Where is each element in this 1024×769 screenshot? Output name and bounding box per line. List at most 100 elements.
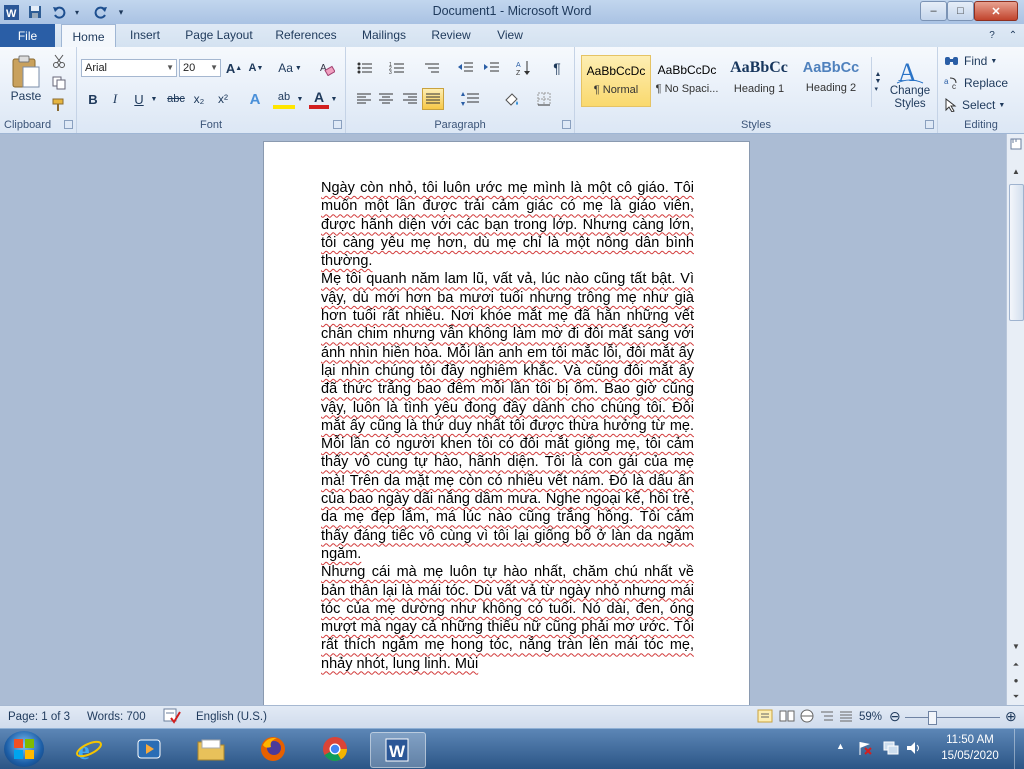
numbering-icon[interactable]: 123 [386, 59, 408, 77]
word-count[interactable]: Words: 700 [87, 711, 146, 723]
shrink-font-button[interactable]: A ▼ [247, 59, 265, 77]
zoom-in-icon[interactable]: ⊕ [1005, 708, 1017, 725]
show-hidden-icons[interactable]: ▲ [836, 741, 845, 751]
paragraph[interactable]: Ngày còn nhỏ, tôi luôn ước mẹ mình là mộ… [321, 179, 694, 270]
document-page[interactable]: Ngày còn nhỏ, tôi luôn ước mẹ mình là mộ… [263, 141, 750, 705]
file-explorer-icon[interactable] [184, 732, 238, 766]
scroll-up-icon[interactable]: ▲ [1007, 164, 1024, 179]
help-icon[interactable]: ? [985, 24, 999, 46]
underline-dropdown-icon[interactable]: ▼ [149, 89, 159, 109]
justify-icon[interactable] [422, 88, 444, 110]
scrollbar-thumb[interactable] [1009, 184, 1024, 321]
full-screen-reading-icon[interactable] [779, 709, 795, 726]
paragraph[interactable]: Nhưng cái mà mẹ luôn tự hào nhất, chăm c… [321, 563, 694, 673]
cut-icon[interactable] [50, 53, 68, 69]
highlight-dropdown-icon[interactable]: ▼ [295, 89, 305, 109]
font-color-button[interactable]: A [309, 89, 329, 109]
font-name-box[interactable]: Arial ▼ [81, 59, 177, 77]
start-button[interactable] [4, 731, 44, 767]
bold-button[interactable]: B [83, 89, 103, 109]
browse-object-icon[interactable]: ● [1007, 673, 1024, 688]
shading-icon[interactable] [498, 89, 526, 109]
font-size-box[interactable]: 20 ▼ [179, 59, 221, 77]
page-count[interactable]: Page: 1 of 3 [8, 711, 70, 723]
outline-view-icon[interactable] [819, 709, 835, 726]
tab-references[interactable]: References [270, 24, 342, 46]
italic-button[interactable]: I [105, 89, 125, 109]
paragraph-dialog-launcher[interactable] [562, 120, 571, 129]
draft-view-icon[interactable] [838, 709, 854, 726]
style-no-spacing[interactable]: AaBbCcDc ¶ No Spaci... [653, 55, 721, 105]
zoom-level[interactable]: 59% [859, 711, 882, 723]
scroll-down-icon[interactable]: ▼ [1007, 639, 1024, 654]
grow-font-button[interactable]: A ▲ [225, 59, 243, 77]
minimize-button[interactable]: ‒ [920, 1, 947, 21]
align-center-icon[interactable] [376, 89, 396, 109]
clipboard-dialog-launcher[interactable] [64, 120, 73, 129]
minimize-ribbon-icon[interactable]: ⌃ [1006, 24, 1020, 46]
tab-file[interactable]: File [0, 24, 55, 47]
style-heading-2[interactable]: AaBbCc Heading 2 [797, 55, 865, 105]
maximize-button[interactable]: □ [947, 1, 974, 21]
styles-dialog-launcher[interactable] [925, 120, 934, 129]
zoom-slider-thumb[interactable] [928, 711, 937, 725]
tab-home[interactable]: Home [61, 24, 116, 48]
superscript-button[interactable]: x² [213, 89, 233, 109]
font-dialog-launcher[interactable] [333, 120, 342, 129]
clock[interactable]: 11:50 AM 15/05/2020 [930, 732, 1010, 764]
language[interactable]: English (U.S.) [196, 711, 267, 723]
replace-button[interactable]: ac Replace [944, 74, 1020, 92]
flag-icon[interactable] [858, 741, 872, 758]
bullets-icon[interactable] [354, 59, 376, 77]
borders-icon[interactable] [530, 89, 558, 109]
tab-insert[interactable]: Insert [122, 24, 168, 46]
show-desktop-button[interactable] [1014, 729, 1024, 769]
ruler-toggle-icon[interactable] [1007, 136, 1024, 151]
media-player-icon[interactable] [122, 732, 176, 766]
strikethrough-button[interactable]: abc [165, 89, 187, 109]
zoom-out-icon[interactable]: ⊖ [889, 708, 901, 725]
find-button[interactable]: Find ▼ [944, 52, 1020, 70]
tab-mailings[interactable]: Mailings [355, 24, 413, 46]
next-page-icon[interactable]: ⏷ [1007, 689, 1024, 704]
word-icon[interactable]: W [370, 732, 426, 768]
previous-page-icon[interactable]: ⏶ [1007, 657, 1024, 672]
underline-button[interactable]: U [129, 89, 149, 109]
network-icon[interactable] [883, 741, 899, 758]
change-case-button[interactable]: Aa ▼ [275, 59, 305, 77]
find-dropdown-icon[interactable]: ▼ [990, 58, 997, 65]
chrome-icon[interactable] [308, 732, 362, 766]
volume-icon[interactable] [906, 741, 922, 758]
web-layout-icon[interactable] [799, 709, 815, 726]
paragraph[interactable]: Mẹ tôi quanh năm lam lũ, vất vả, lúc nào… [321, 270, 694, 563]
select-dropdown-icon[interactable]: ▼ [998, 102, 1005, 109]
align-left-icon[interactable] [354, 89, 374, 109]
zoom-slider-track[interactable] [905, 717, 1000, 718]
select-button[interactable]: Select ▼ [944, 96, 1020, 114]
multilevel-list-icon[interactable] [420, 59, 444, 77]
tab-review[interactable]: Review [426, 24, 476, 46]
style-heading-1[interactable]: AaBbCc Heading 1 [725, 55, 793, 105]
tab-view[interactable]: View [490, 24, 530, 46]
paste-button[interactable]: Paste [7, 51, 45, 107]
subscript-button[interactable]: x₂ [189, 89, 209, 109]
sort-icon[interactable]: AZ [514, 59, 534, 77]
font-size-dropdown-icon[interactable]: ▼ [210, 63, 218, 72]
close-button[interactable]: ✕ [974, 1, 1018, 21]
internet-explorer-icon[interactable]: e [62, 732, 116, 766]
tab-page-layout[interactable]: Page Layout [181, 24, 257, 46]
copy-icon[interactable] [50, 75, 68, 91]
change-styles-button[interactable]: A Change Styles [886, 53, 934, 115]
font-color-dropdown-icon[interactable]: ▼ [329, 89, 339, 109]
styles-scroll-icon[interactable]: ▲ ▼ ▾ [871, 57, 884, 107]
style-normal[interactable]: AaBbCcDc ¶ Normal [581, 55, 651, 107]
print-layout-view-icon[interactable] [757, 709, 773, 726]
align-right-icon[interactable] [400, 89, 420, 109]
firefox-icon[interactable] [246, 732, 300, 766]
show-marks-button[interactable]: ¶ [548, 59, 566, 77]
clear-formatting-icon[interactable]: A [318, 59, 336, 77]
format-painter-icon[interactable] [50, 97, 68, 113]
document-body[interactable]: Ngày còn nhỏ, tôi luôn ước mẹ mình là mộ… [321, 179, 694, 673]
line-spacing-icon[interactable] [456, 89, 484, 109]
decrease-indent-icon[interactable] [456, 59, 476, 77]
